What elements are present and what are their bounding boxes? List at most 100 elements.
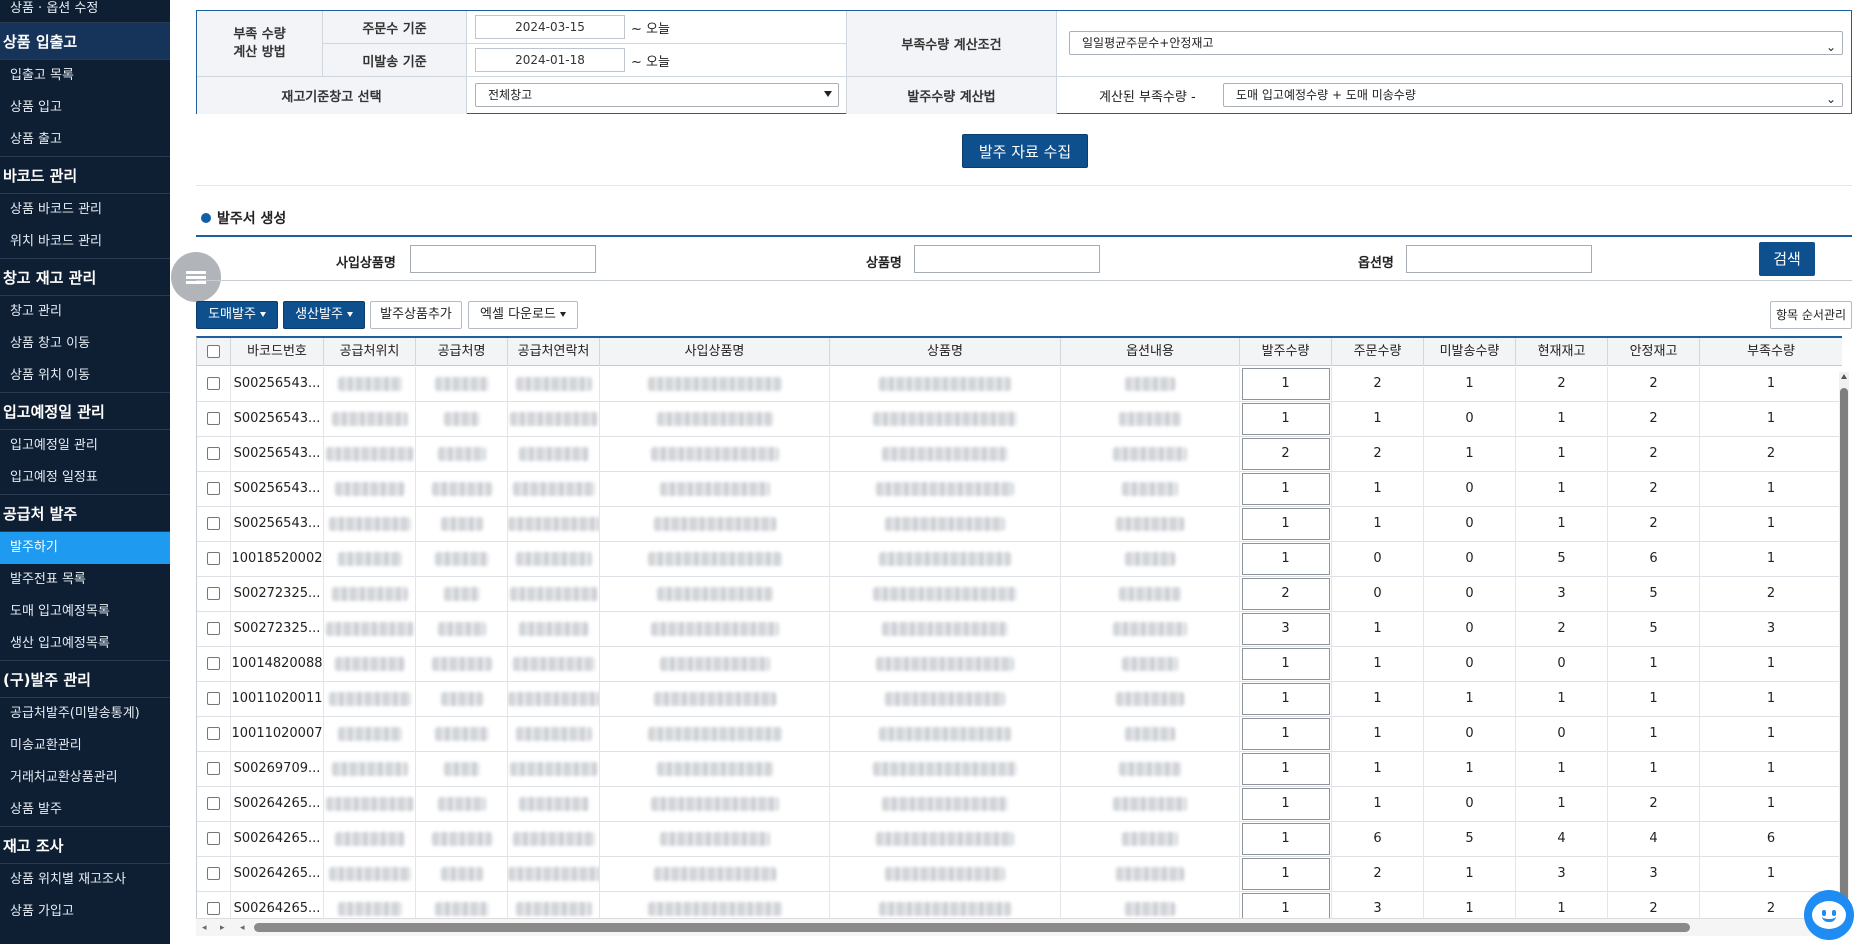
order-qty-input[interactable]: 1 bbox=[1241, 753, 1330, 785]
sidebar-item[interactable]: 발주전표 목록 bbox=[0, 564, 170, 596]
column-header[interactable]: 부족수량 bbox=[1700, 338, 1842, 366]
column-header[interactable]: 상품명 bbox=[830, 338, 1061, 366]
sidebar-item[interactable]: 입고예정 일정표 bbox=[0, 462, 170, 494]
row-checkbox[interactable] bbox=[207, 552, 220, 565]
sidebar-item[interactable]: 도매 입고예정목록 bbox=[0, 596, 170, 628]
sidebar-item[interactable]: 입출고 목록 bbox=[0, 60, 170, 92]
sidebar-item[interactable]: 상품 위치별 재고조사 bbox=[0, 864, 170, 896]
sidebar-section[interactable]: 재고 조사 bbox=[0, 826, 170, 864]
row-checkbox[interactable] bbox=[207, 657, 220, 670]
table-row[interactable]: 100110200111111110 bbox=[197, 682, 1842, 717]
scrollbar-thumb[interactable] bbox=[1840, 388, 1848, 903]
table-row[interactable]: 100148200881100110 bbox=[197, 647, 1842, 682]
sidebar-item[interactable]: 상품 · 옵션 수정 bbox=[0, 0, 170, 22]
order-qty-input[interactable]: 1 bbox=[1241, 823, 1330, 855]
order-qty-input[interactable]: 1 bbox=[1241, 683, 1330, 715]
sidebar-item[interactable]: 상품 위치 이동 bbox=[0, 360, 170, 392]
column-header[interactable]: 공급처연락처 bbox=[508, 338, 600, 366]
column-order-button[interactable]: 항목 순서관리 bbox=[1770, 301, 1852, 329]
sidebar-item[interactable]: 상품 바코드 관리 bbox=[0, 194, 170, 226]
order-qty-input[interactable]: 1 bbox=[1241, 648, 1330, 680]
sidebar-section[interactable]: 상품 입출고 bbox=[0, 22, 170, 60]
order-qty-input[interactable]: 1 bbox=[1241, 893, 1330, 918]
row-checkbox[interactable] bbox=[207, 517, 220, 530]
sidebar-item[interactable]: 상품 가입고 bbox=[0, 896, 170, 928]
table-row[interactable]: S00256543...1101210 bbox=[197, 507, 1842, 542]
column-header[interactable]: 사입상품명 bbox=[600, 338, 830, 366]
collect-order-data-button[interactable]: 발주 자료 수집 bbox=[962, 134, 1088, 168]
column-header[interactable]: 공급처위치 bbox=[324, 338, 416, 366]
order-qty-input[interactable]: 1 bbox=[1241, 858, 1330, 890]
table-row[interactable]: S00256543...1101210 bbox=[197, 472, 1842, 507]
scroll-left-icon[interactable]: ◂ bbox=[240, 923, 245, 933]
purchase-product-input[interactable] bbox=[410, 245, 596, 273]
table-row[interactable]: S00272325...2003520 bbox=[197, 577, 1842, 612]
table-row[interactable]: S00272325...3102530 bbox=[197, 612, 1842, 647]
table-row[interactable]: S00269709...1111110 bbox=[197, 752, 1842, 787]
table-row[interactable]: S00264265...1311220 bbox=[197, 892, 1842, 918]
order-qty-input[interactable]: 1 bbox=[1241, 368, 1330, 400]
table-row[interactable]: 100185200021005610 bbox=[197, 542, 1842, 577]
sidebar-item[interactable]: 상품 입고 bbox=[0, 92, 170, 124]
row-checkbox[interactable] bbox=[207, 727, 220, 740]
table-row[interactable]: S00256543...1212210 bbox=[197, 367, 1842, 402]
column-header[interactable]: 안정재고 bbox=[1608, 338, 1700, 366]
order-qty-input[interactable]: 1 bbox=[1241, 403, 1330, 435]
row-checkbox[interactable] bbox=[207, 622, 220, 635]
unshipped-date-input[interactable]: 2024-01-18 bbox=[475, 48, 625, 72]
warehouse-select[interactable]: 전체창고 bbox=[475, 83, 839, 107]
row-checkbox[interactable] bbox=[207, 377, 220, 390]
table-row[interactable]: S00264265...1101210 bbox=[197, 787, 1842, 822]
order-qty-input[interactable]: 2 bbox=[1241, 438, 1330, 470]
column-header[interactable]: 바코드번호 bbox=[231, 338, 324, 366]
sidebar-item[interactable]: 입고예정일 관리 bbox=[0, 430, 170, 462]
row-checkbox[interactable] bbox=[207, 692, 220, 705]
column-header[interactable]: 주문수량 bbox=[1332, 338, 1424, 366]
sidebar-item[interactable]: 위치 바코드 관리 bbox=[0, 226, 170, 258]
sidebar-item[interactable]: 생산 입고예정목록 bbox=[0, 628, 170, 660]
column-header[interactable]: 미발송수량 bbox=[1424, 338, 1516, 366]
product-name-input[interactable] bbox=[914, 245, 1100, 273]
order-count-date-input[interactable]: 2024-03-15 bbox=[475, 15, 625, 39]
table-row[interactable]: S00256543...2211220 bbox=[197, 437, 1842, 472]
sidebar-item[interactable]: 창고 관리 bbox=[0, 296, 170, 328]
scroll-up-icon[interactable] bbox=[1841, 374, 1847, 379]
row-checkbox[interactable] bbox=[207, 832, 220, 845]
row-checkbox[interactable] bbox=[207, 587, 220, 600]
sidebar-item[interactable]: 공급처발주(미발송통계) bbox=[0, 698, 170, 730]
wholesale-order-button[interactable]: 도매발주 bbox=[196, 301, 278, 329]
select-all-checkbox[interactable] bbox=[207, 345, 220, 358]
sidebar-item[interactable]: 상품 출고 bbox=[0, 124, 170, 156]
sidebar-item[interactable]: 거래처교환상품관리 bbox=[0, 762, 170, 794]
production-order-button[interactable]: 생산발주 bbox=[283, 301, 365, 329]
row-checkbox[interactable] bbox=[207, 797, 220, 810]
table-row[interactable]: S00264265...1654465 bbox=[197, 822, 1842, 857]
sidebar-item[interactable]: 미송교환관리 bbox=[0, 730, 170, 762]
column-header[interactable]: 공급처명 bbox=[416, 338, 508, 366]
order-qty-input[interactable]: 1 bbox=[1241, 788, 1330, 820]
sidebar-section[interactable]: 입고예정일 관리 bbox=[0, 392, 170, 430]
chat-support-button[interactable] bbox=[1804, 890, 1854, 940]
shortage-condition-select[interactable]: 일일평균주문수+안정재고 ⌄ bbox=[1069, 31, 1843, 55]
table-row[interactable]: S00256543...1101210 bbox=[197, 402, 1842, 437]
order-qty-input[interactable]: 1 bbox=[1241, 718, 1330, 750]
order-qty-input[interactable]: 2 bbox=[1241, 578, 1330, 610]
order-qty-method-select[interactable]: 도매 입고예정수량 + 도매 미송수량 ⌄ bbox=[1223, 83, 1843, 107]
scroll-right-icon[interactable]: ▸ bbox=[220, 923, 225, 933]
sidebar-item[interactable]: 상품 발주 bbox=[0, 794, 170, 826]
table-row[interactable]: 100110200071100110 bbox=[197, 717, 1842, 752]
order-qty-input[interactable]: 1 bbox=[1241, 543, 1330, 575]
sidebar-section[interactable]: 창고 재고 관리 bbox=[0, 258, 170, 296]
column-header[interactable]: 현재재고 bbox=[1516, 338, 1608, 366]
sidebar-section[interactable]: (구)발주 관리 bbox=[0, 660, 170, 698]
column-header[interactable]: 발주수량 bbox=[1240, 338, 1332, 366]
row-checkbox[interactable] bbox=[207, 412, 220, 425]
excel-download-button[interactable]: 엑셀 다운로드 bbox=[468, 301, 578, 329]
sidebar-section[interactable]: 공급처 발주 bbox=[0, 494, 170, 532]
search-button[interactable]: 검색 bbox=[1759, 242, 1815, 276]
row-checkbox[interactable] bbox=[207, 867, 220, 880]
order-qty-input[interactable]: 1 bbox=[1241, 508, 1330, 540]
vertical-scrollbar[interactable] bbox=[1839, 372, 1849, 918]
scrollbar-thumb[interactable] bbox=[254, 923, 1690, 932]
order-qty-input[interactable]: 3 bbox=[1241, 613, 1330, 645]
